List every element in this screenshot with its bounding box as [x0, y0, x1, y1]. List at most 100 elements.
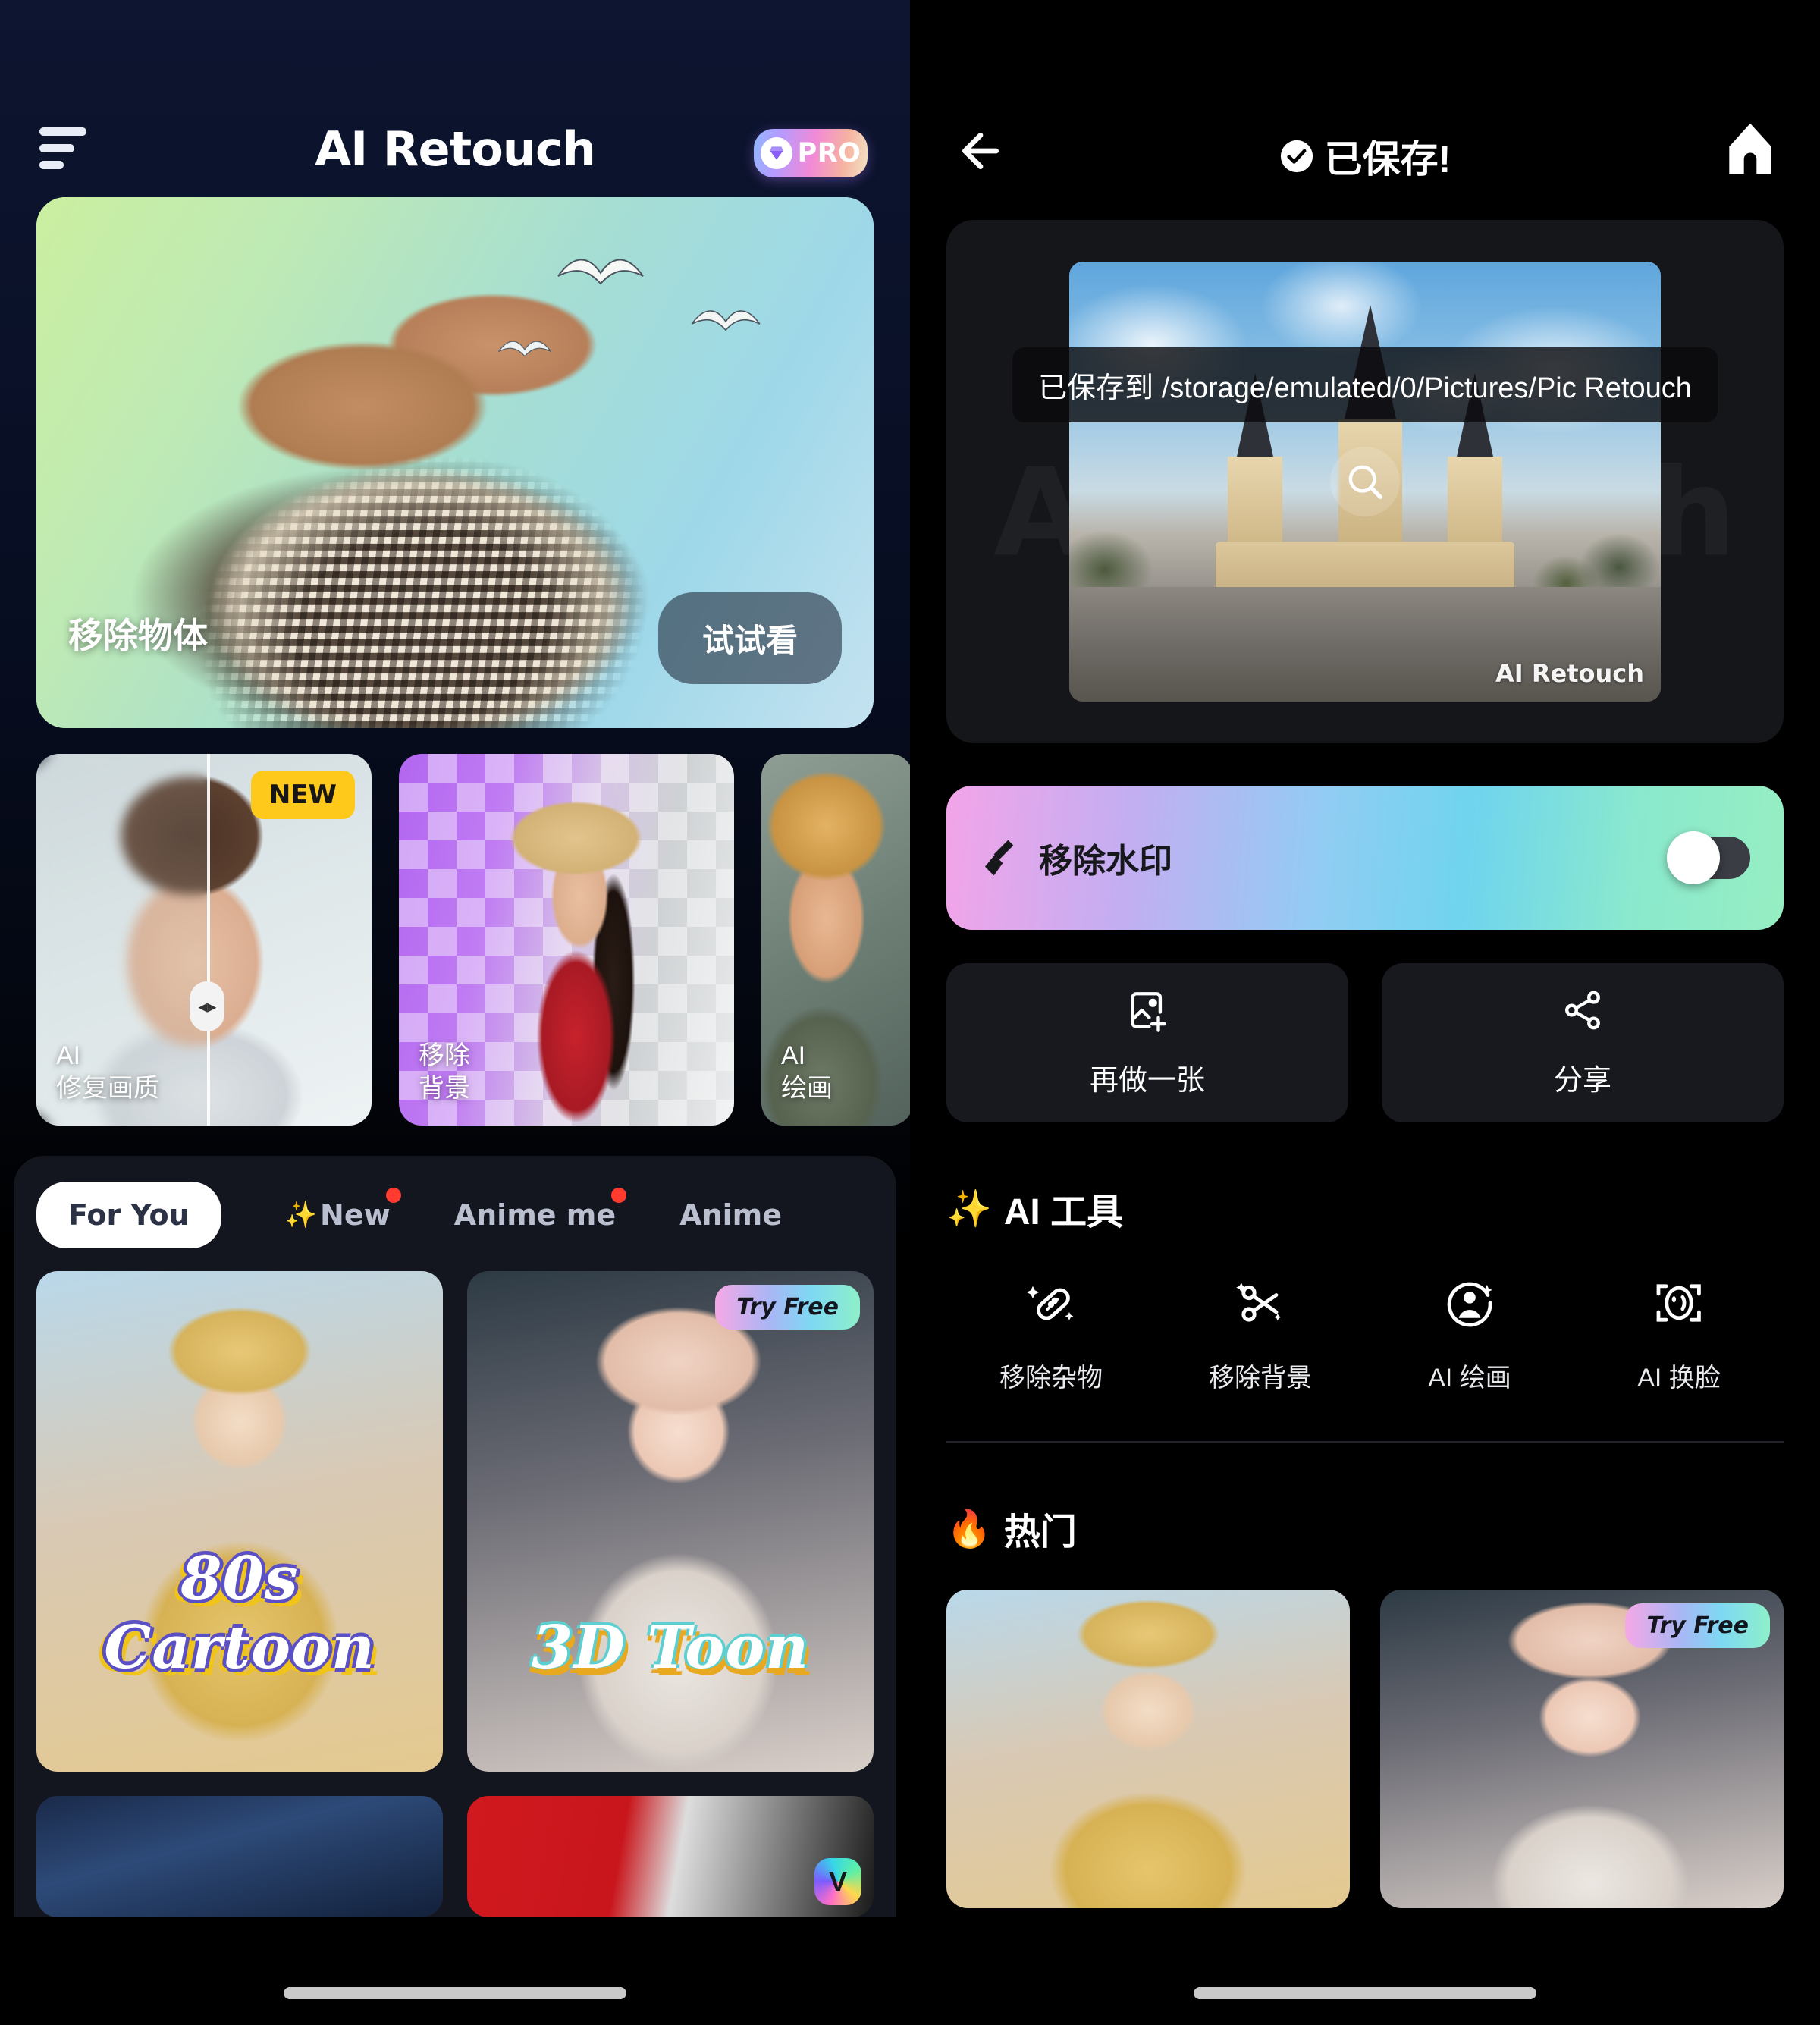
- saved-result-panel: 已保存! AI Retouch AI R: [910, 0, 1820, 2025]
- tool-remove-objects[interactable]: 移除杂物: [946, 1276, 1156, 1394]
- ai-tools-section-title: ✨ AI 工具: [946, 1182, 1820, 1235]
- remove-watermark-row[interactable]: 移除水印: [946, 786, 1784, 930]
- compare-divider: [207, 754, 211, 1126]
- section-divider: [946, 1441, 1784, 1443]
- seagull-icon: [555, 250, 646, 296]
- caption-line-1: AI: [56, 1041, 81, 1070]
- style-card-3d-toon[interactable]: Try Free 3D Toon: [467, 1271, 874, 1772]
- pro-label: PRO: [797, 138, 861, 168]
- tab-label[interactable]: Anime: [679, 1182, 782, 1248]
- hot-card-1[interactable]: [946, 1590, 1350, 1908]
- tab-anime[interactable]: Anime: [648, 1182, 814, 1248]
- hot-card-2[interactable]: Try Free: [1380, 1590, 1784, 1908]
- caption-line-2: 修复画质: [56, 1074, 159, 1104]
- feature-card-caption: 移除 背景: [419, 1040, 470, 1106]
- action-button-row: 再做一张 分享: [946, 963, 1784, 1122]
- ai-tools-row: 移除杂物 移除背景 AI 绘画 AI 换脸: [946, 1276, 1784, 1394]
- notification-dot: [611, 1188, 627, 1203]
- image-watermark: AI Retouch: [1495, 659, 1644, 688]
- home-screen-panel: AI Retouch PRO 移除物体 试试看 ◂▸ NEW AI 修复画质 移…: [0, 0, 910, 2025]
- discover-sheet: For You ✨ New Anime me Anime 80s Cartoon…: [14, 1156, 896, 1917]
- result-header: 已保存!: [910, 0, 1820, 181]
- dual-screenshot: AI Retouch PRO 移除物体 试试看 ◂▸ NEW AI 修复画质 移…: [0, 0, 1820, 2025]
- remove-bg-sample-photo: [485, 783, 674, 1126]
- hot-card-grid: Try Free: [946, 1590, 1784, 1908]
- seagull-icon: [497, 335, 553, 364]
- hero-card-remove-object[interactable]: 移除物体 试试看: [36, 197, 874, 728]
- remove-watermark-toggle[interactable]: [1667, 831, 1750, 884]
- share-icon: [1561, 988, 1605, 1040]
- bandaid-sparkle-icon: [1024, 1276, 1078, 1337]
- saved-title-text: 已保存!: [1324, 138, 1451, 181]
- feature-card-enhance[interactable]: ◂▸ NEW AI 修复画质: [36, 754, 372, 1126]
- feature-card-ai-art[interactable]: AI 绘画: [761, 754, 910, 1126]
- tool-label: AI 绘画: [1428, 1364, 1511, 1392]
- new-badge: NEW: [250, 771, 355, 819]
- make-another-label: 再做一张: [1089, 1064, 1205, 1097]
- home-icon[interactable]: [1724, 121, 1776, 176]
- caption-line-2: 背景: [419, 1074, 470, 1104]
- caption-line-1: 移除: [419, 1041, 470, 1070]
- tab-for-you[interactable]: For You: [36, 1182, 253, 1248]
- remove-watermark-label: 移除水印: [1039, 843, 1172, 880]
- try-free-badge[interactable]: Try Free: [1625, 1603, 1770, 1648]
- home-header: AI Retouch PRO: [0, 0, 910, 177]
- tool-ai-face-swap[interactable]: AI 换脸: [1574, 1276, 1784, 1394]
- system-home-bar: [0, 1952, 910, 2025]
- share-button[interactable]: 分享: [1382, 963, 1784, 1122]
- fire-icon: 🔥: [946, 1509, 992, 1549]
- sparkles-icon: ✨: [946, 1188, 992, 1229]
- sparkle-icon: ✨: [284, 1201, 318, 1229]
- style-card-title: 80s Cartoon: [104, 1544, 375, 1682]
- tool-label: AI 换脸: [1637, 1364, 1721, 1392]
- caption-line-1: AI: [781, 1041, 806, 1070]
- broom-icon: [980, 835, 1022, 881]
- feature-card-caption: AI 绘画: [781, 1040, 833, 1106]
- check-circle-icon: [1279, 139, 1314, 174]
- feature-card-caption: AI 修复画质: [56, 1040, 159, 1106]
- hero-title: 移除物体: [68, 616, 208, 655]
- notification-dot: [385, 1188, 401, 1203]
- style-card-80s-cartoon[interactable]: 80s Cartoon: [36, 1271, 443, 1772]
- share-label: 分享: [1553, 1064, 1611, 1097]
- style-preview-image: [467, 1271, 874, 1772]
- tab-bar: For You ✨ New Anime me Anime: [36, 1182, 874, 1248]
- caption-line-2: 绘画: [781, 1074, 833, 1104]
- toggle-knob: [1667, 831, 1720, 884]
- result-preview-card: AI Retouch AI Retouch 已保存到 /storage/emul…: [946, 220, 1784, 743]
- make-another-button[interactable]: 再做一张: [946, 963, 1348, 1122]
- tool-label: 移除背景: [1209, 1364, 1312, 1392]
- compare-slider-icon[interactable]: ◂▸: [190, 981, 225, 1032]
- diamond-icon: [760, 137, 792, 169]
- hero-shirt-pattern: [149, 388, 711, 728]
- hot-section-title: 🔥 热门: [946, 1502, 1820, 1555]
- person-sparkle-icon: [1442, 1276, 1497, 1337]
- seagull-icon: [689, 303, 762, 340]
- scissors-sparkle-icon: [1233, 1276, 1288, 1337]
- tab-label[interactable]: For You: [36, 1182, 221, 1248]
- hot-preview-image: [946, 1590, 1350, 1908]
- face-swap-icon: [1652, 1276, 1706, 1337]
- image-plus-icon: [1125, 988, 1169, 1040]
- result-image[interactable]: AI Retouch: [1069, 262, 1661, 702]
- tool-label: 移除杂物: [999, 1364, 1103, 1392]
- feature-card-remove-bg[interactable]: 移除 背景: [399, 754, 734, 1126]
- style-grid: 80s Cartoon Try Free 3D Toon V: [36, 1271, 874, 1917]
- hero-try-button[interactable]: 试试看: [657, 592, 842, 684]
- style-preview-image: [36, 1271, 443, 1772]
- saved-path-toast: 已保存到 /storage/emulated/0/Pictures/Pic Re…: [1012, 347, 1718, 422]
- tab-anime-me[interactable]: Anime me: [422, 1182, 648, 1248]
- system-home-bar: [910, 1952, 1820, 2025]
- style-card-space[interactable]: [36, 1796, 443, 1917]
- tool-ai-art[interactable]: AI 绘画: [1365, 1276, 1574, 1394]
- magnifier-icon[interactable]: [1330, 447, 1400, 516]
- feature-card-row: ◂▸ NEW AI 修复画质 移除 背景 AI 绘画: [36, 754, 910, 1126]
- tab-label[interactable]: Anime me: [454, 1182, 616, 1248]
- tab-new[interactable]: ✨ New: [253, 1182, 422, 1248]
- try-free-badge[interactable]: Try Free: [715, 1285, 860, 1330]
- tool-remove-background[interactable]: 移除背景: [1156, 1276, 1365, 1394]
- pro-button[interactable]: PRO: [754, 129, 868, 177]
- tab-label[interactable]: New: [320, 1182, 391, 1248]
- style-card-red[interactable]: V: [467, 1796, 874, 1917]
- hot-title: 热门: [1003, 1512, 1077, 1552]
